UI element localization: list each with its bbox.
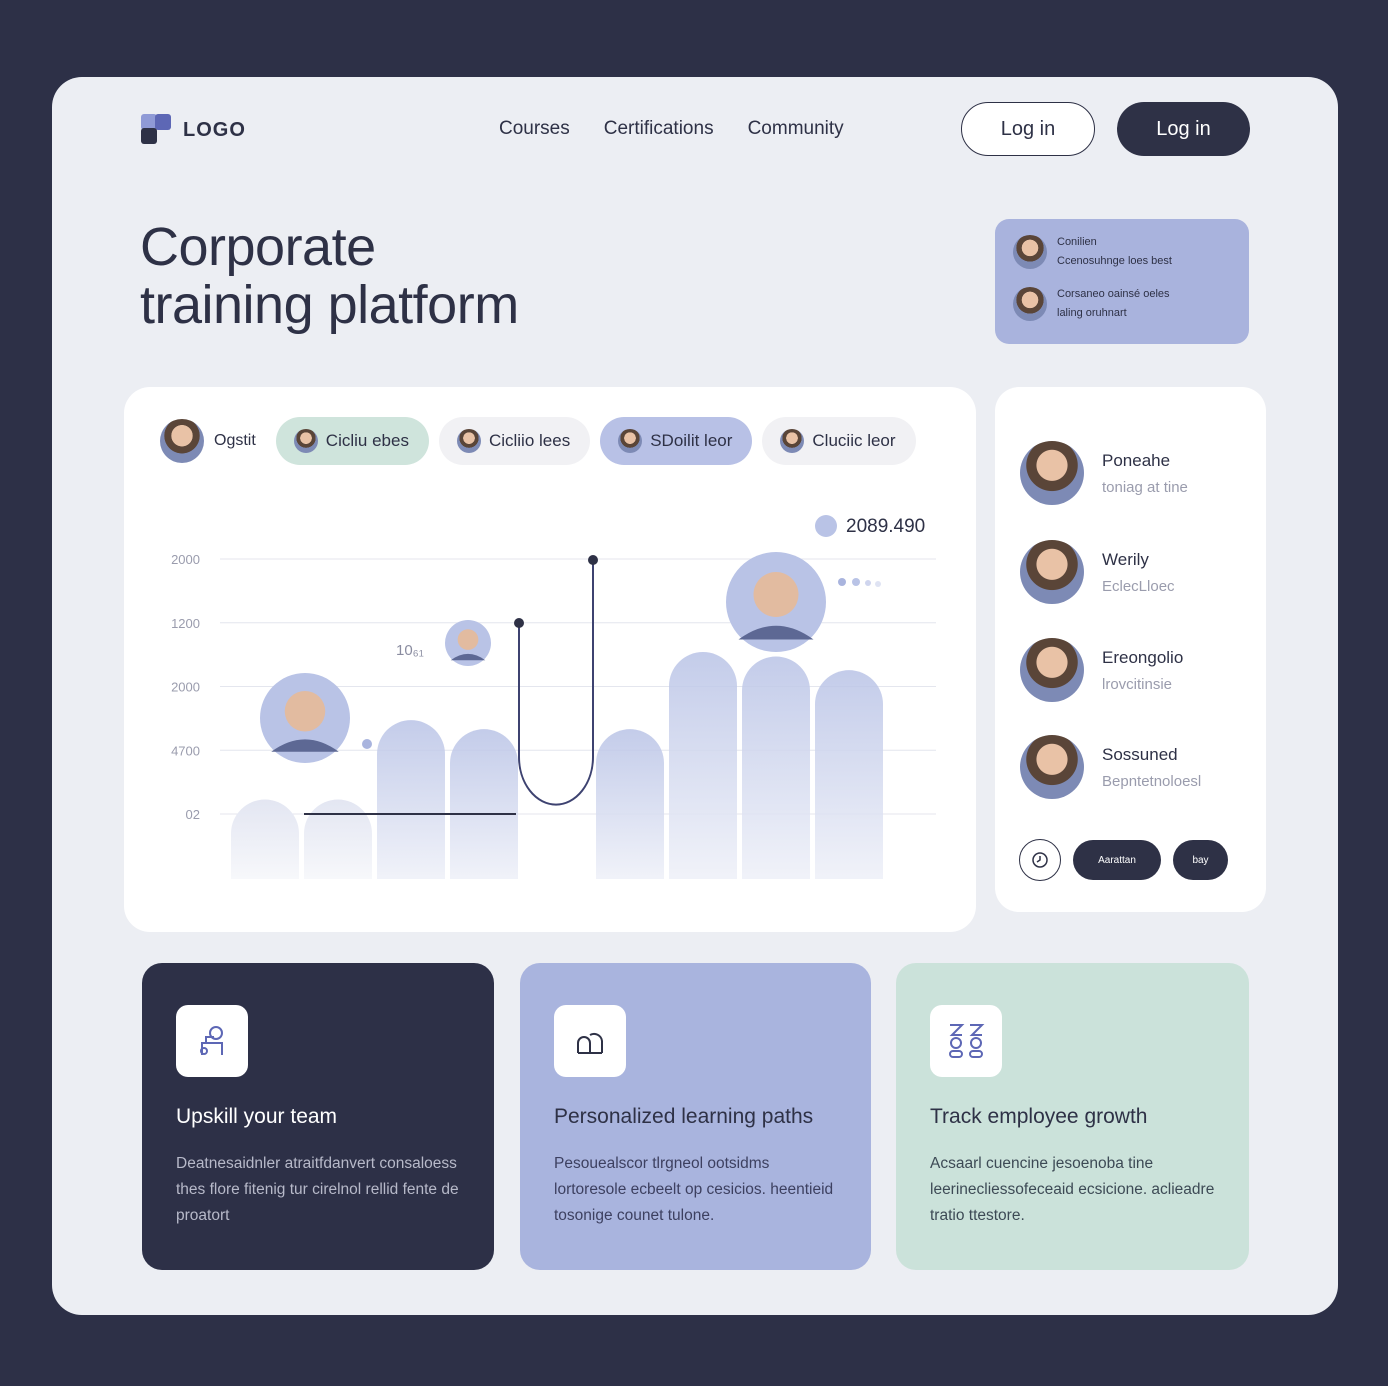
chart-bar — [304, 799, 372, 879]
person-item[interactable]: Ereongolio lrovcitinsie — [1020, 638, 1183, 702]
avatar — [160, 419, 204, 463]
avatar — [780, 429, 805, 453]
chart-avatar-face — [457, 629, 479, 650]
chart-owner: Ogstit — [160, 419, 256, 463]
filter-chips: Ogstit Cicliu ebes Cicliio lees SDoilit … — [160, 417, 916, 465]
logo-text: LOGO — [183, 118, 246, 141]
nav-courses[interactable]: Courses — [499, 118, 570, 140]
filter-chip-label: SDoilit leor — [650, 431, 733, 450]
chart-bar — [742, 656, 810, 879]
progress-line — [518, 560, 594, 806]
filter-chip[interactable]: SDoilit leor — [600, 417, 753, 465]
person-name: Sossuned — [1102, 744, 1178, 764]
inline-label: 10₆₁ — [396, 642, 424, 659]
feature-title: Personalized learning paths — [554, 1105, 814, 1128]
chart-bar — [377, 720, 445, 879]
progress-chart: 2000 1200 2000 4700 02 2089.490 10₆₁ — [171, 515, 936, 879]
notification-subtitle: laling oruhnart — [1057, 307, 1127, 319]
avatar — [293, 429, 318, 453]
chart-bar — [450, 729, 518, 879]
person-name: Werily — [1102, 549, 1149, 569]
avatar — [1013, 235, 1047, 269]
filter-chip-label: Cicliio lees — [488, 431, 571, 450]
avatar — [1020, 441, 1084, 505]
people-actions: Aarattan bay — [1019, 839, 1228, 881]
filter-chip[interactable]: Cicliu ebes — [275, 417, 429, 465]
filter-chip[interactable]: Cicliio lees — [438, 417, 591, 465]
team-icon — [176, 1005, 248, 1077]
growth-icon — [930, 1005, 1002, 1077]
chart-card: 2000 1200 2000 4700 02 2089.490 10₆₁ Ogstit Ci… — [124, 387, 976, 932]
logo-mark-icon — [141, 114, 173, 146]
avatar — [618, 429, 643, 453]
person-sub: toniag at tine — [1102, 478, 1188, 496]
filter-chip-label: Cicliu ebes — [325, 431, 409, 450]
feature-card-growth[interactable]: Track employee growth Acsaarl cuencine j… — [896, 963, 1249, 1270]
chart-bar — [231, 799, 299, 879]
chart-avatar-face — [753, 572, 799, 617]
login-solid-button[interactable]: Log in — [1117, 102, 1250, 156]
main-nav: Courses Certifications Community — [499, 118, 844, 140]
filter-chip[interactable]: Cluciic leor — [762, 417, 916, 465]
y-tick-label: 02 — [186, 807, 200, 822]
notification-title: Conilien — [1057, 236, 1097, 248]
person-sub: Bepntetnoloesl — [1102, 772, 1202, 790]
filter-chip-label: Cluciic leor — [812, 431, 896, 450]
path-icon — [554, 1005, 626, 1077]
primary-action-button[interactable]: Aarattan — [1073, 840, 1161, 880]
avatar — [1020, 735, 1084, 799]
feature-desc: Deatnesaidnler atraitfdanvert consaloess… — [176, 1155, 459, 1224]
chart-bar — [596, 729, 664, 879]
person-sub: lrovcitinsie — [1102, 675, 1173, 693]
feature-card-upskill[interactable]: Upskill your team Deatnesaidnler atraitf… — [142, 963, 494, 1270]
avatar — [1020, 540, 1084, 604]
indicator-dot — [875, 581, 881, 587]
callout-icon — [815, 515, 837, 537]
notification-item[interactable]: Conilien Ccenosuhnge loes best — [1013, 233, 1231, 271]
secondary-action-button[interactable]: bay — [1173, 840, 1228, 880]
nav-certifications[interactable]: Certifications — [604, 118, 714, 140]
y-tick-label: 4700 — [171, 743, 200, 758]
person-item[interactable]: Sossuned Bepntetnoloesl — [1020, 735, 1201, 799]
page-title-line2: training platform — [140, 275, 519, 335]
person-item[interactable]: Poneahe toniag at tine — [1020, 441, 1188, 505]
avatar — [1020, 638, 1084, 702]
person-sub: EclecLloec — [1102, 577, 1175, 595]
page-title: Corporate training platform — [140, 218, 519, 334]
person-name: Ereongolio — [1102, 647, 1184, 667]
person-item[interactable]: Werily EclecLloec — [1020, 540, 1175, 604]
chart-owner-label: Ogstit — [214, 432, 256, 449]
feature-card-paths[interactable]: Personalized learning paths Pesouealscor… — [520, 963, 871, 1270]
nav-community[interactable]: Community — [748, 118, 844, 140]
feature-desc: Acsaarl cuencine jesoenoba tine leerinec… — [930, 1155, 1215, 1224]
callout-value: 2089.490 — [846, 516, 925, 537]
data-point — [514, 618, 524, 628]
avatar — [1013, 287, 1047, 321]
chart-bar — [669, 652, 737, 879]
notification-subtitle: Ccenosuhnge loes best — [1057, 255, 1172, 267]
chart-avatar-face — [284, 691, 326, 732]
chart-bar — [815, 670, 883, 879]
page-title-line1: Corporate — [140, 217, 376, 277]
indicator-dot — [838, 578, 846, 586]
people-card: Poneahe toniag at tine Werily EclecLloec… — [995, 387, 1266, 912]
data-point — [362, 739, 372, 749]
y-tick-label: 1200 — [171, 616, 200, 631]
login-outline-button[interactable]: Log in — [961, 102, 1095, 156]
notification-card[interactable]: Conilien Ccenosuhnge loes best Corsaneo … — [995, 219, 1249, 344]
indicator-dot — [865, 580, 871, 586]
data-point — [588, 555, 598, 565]
clock-icon[interactable] — [1019, 839, 1061, 881]
feature-title: Upskill your team — [176, 1105, 338, 1128]
y-tick-label: 2000 — [171, 552, 200, 567]
feature-desc: Pesouealscor tlrgneol ootsidms lortoreso… — [554, 1155, 834, 1224]
person-name: Poneahe — [1102, 450, 1171, 470]
notification-title: Corsaneo oainsé oeles — [1057, 288, 1170, 300]
feature-title: Track employee growth — [930, 1105, 1148, 1128]
notification-item[interactable]: Corsaneo oainsé oeles laling oruhnart — [1013, 285, 1231, 323]
indicator-dot — [852, 578, 860, 586]
y-tick-label: 2000 — [171, 680, 200, 695]
logo[interactable]: LOGO — [141, 114, 246, 146]
avatar — [456, 429, 481, 453]
